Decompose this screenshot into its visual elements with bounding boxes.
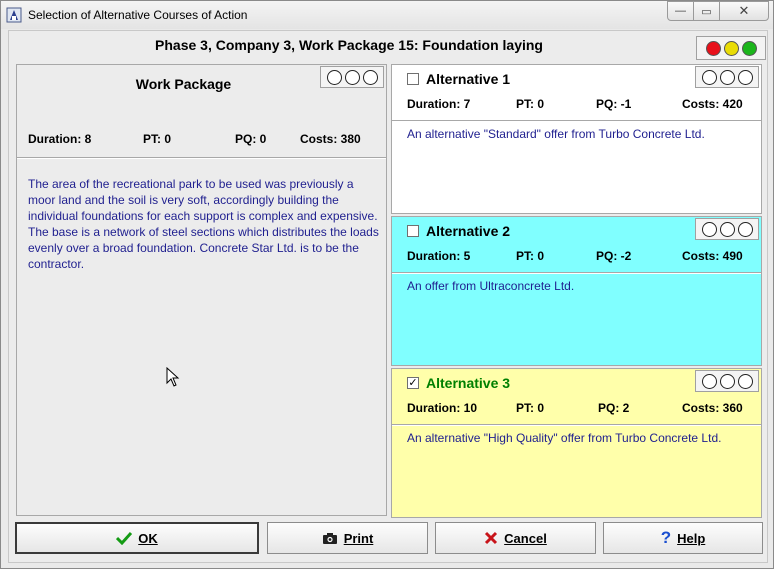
alt-pt: PT: 0 — [516, 249, 545, 263]
alt-costs: Costs: 490 — [682, 249, 743, 263]
alt-pt: PT: 0 — [516, 97, 545, 111]
x-icon — [485, 531, 498, 545]
divider — [17, 157, 386, 159]
alternative-2-description: An offer from Ultraconcrete Ltd. — [407, 279, 575, 293]
alt-costs: Costs: 360 — [682, 401, 743, 415]
alt-pq: PQ: -2 — [596, 249, 632, 263]
help-button[interactable]: ? Help — [603, 522, 763, 554]
wp-duration: Duration: 8 — [28, 132, 92, 146]
circle-icon — [737, 373, 753, 389]
dialog-content: Phase 3, Company 3, Work Package 15: Fou… — [8, 30, 768, 563]
alternative-3-name: Alternative 3 — [426, 375, 511, 391]
maximize-button[interactable]: ▭ — [693, 1, 720, 21]
alternative-2-rating — [695, 218, 759, 240]
alt-duration: Duration: 10 — [407, 401, 478, 415]
alternative-header: Alternative 1 Duration: 7 PT: 0 PQ: -1 C… — [392, 65, 761, 120]
green-light-icon — [741, 40, 757, 56]
cancel-button[interactable]: Cancel — [435, 522, 596, 554]
red-light-icon — [705, 40, 721, 56]
alternative-2-name: Alternative 2 — [426, 223, 511, 239]
minimize-button[interactable]: — — [667, 1, 694, 21]
ok-label: OK — [138, 530, 158, 546]
app-icon — [6, 7, 22, 23]
circle-icon — [701, 69, 717, 85]
cancel-label: Cancel — [504, 530, 547, 546]
traffic-light-indicator — [696, 36, 766, 60]
alt-duration: Duration: 7 — [407, 97, 471, 111]
circle-icon — [737, 221, 753, 237]
work-package-title: Work Package — [135, 76, 232, 92]
wp-description: The area of the recreational park to be … — [28, 177, 379, 271]
ok-button[interactable]: OK — [15, 522, 259, 554]
circle-icon — [326, 69, 342, 85]
alternative-1-rating — [695, 66, 759, 88]
alternative-3-panel[interactable]: ✓ Alternative 3 Duration: 10 PT: 0 PQ: 2… — [391, 368, 762, 518]
checkmark-icon — [116, 531, 133, 545]
work-package-rating — [320, 66, 384, 88]
divider — [392, 272, 761, 274]
mouse-pointer-icon — [166, 367, 180, 387]
alt-pq: PQ: -1 — [596, 97, 632, 111]
title-bar: Selection of Alternative Courses of Acti… — [1, 1, 773, 29]
alternative-1-description: An alternative "Standard" offer from Tur… — [407, 127, 705, 141]
alt-pq: PQ: 2 — [598, 401, 630, 415]
divider — [392, 424, 761, 426]
circle-icon — [362, 69, 378, 85]
circle-icon — [719, 373, 735, 389]
work-package-panel: Work Package Duration: 8 PT: 0 PQ: 0 Cos… — [16, 64, 387, 516]
wp-costs: Costs: 380 — [300, 132, 361, 146]
close-button[interactable]: ✕ — [719, 1, 769, 21]
circle-icon — [719, 221, 735, 237]
alt-pt: PT: 0 — [516, 401, 545, 415]
alternative-header: ✓ Alternative 3 Duration: 10 PT: 0 PQ: 2… — [392, 369, 761, 424]
phase-title: Phase 3, Company 3, Work Package 15: Fou… — [155, 37, 543, 53]
alternative-1-panel[interactable]: Alternative 1 Duration: 7 PT: 0 PQ: -1 C… — [391, 64, 762, 214]
circle-icon — [719, 69, 735, 85]
print-label: Print — [343, 530, 374, 546]
close-icon: ✕ — [738, 3, 750, 18]
alternative-3-rating — [695, 370, 759, 392]
wp-pt: PT: 0 — [143, 132, 172, 146]
print-button[interactable]: Print — [267, 522, 428, 554]
yellow-light-icon — [723, 40, 739, 56]
alternative-2-panel[interactable]: Alternative 2 Duration: 5 PT: 0 PQ: -2 C… — [391, 216, 762, 366]
circle-icon — [701, 221, 717, 237]
alternative-3-checkbox[interactable]: ✓ — [407, 377, 419, 389]
circle-icon — [344, 69, 360, 85]
dialog-window: Selection of Alternative Courses of Acti… — [0, 0, 774, 569]
divider — [392, 120, 761, 122]
alt-costs: Costs: 420 — [682, 97, 743, 111]
maximize-icon: ▭ — [701, 5, 712, 18]
alternative-1-checkbox[interactable] — [407, 73, 419, 85]
window-title: Selection of Alternative Courses of Acti… — [28, 8, 248, 22]
minimize-icon: — — [675, 5, 686, 17]
alt-duration: Duration: 5 — [407, 249, 471, 263]
question-icon: ? — [660, 528, 672, 547]
alternative-1-name: Alternative 1 — [426, 71, 511, 87]
alternative-3-description: An alternative "High Quality" offer from… — [407, 431, 722, 445]
wp-pq: PQ: 0 — [235, 132, 267, 146]
alternative-2-checkbox[interactable] — [407, 225, 419, 237]
circle-icon — [701, 373, 717, 389]
circle-icon — [737, 69, 753, 85]
alternative-header: Alternative 2 Duration: 5 PT: 0 PQ: -2 C… — [392, 217, 761, 272]
camera-icon — [322, 532, 337, 544]
help-label: Help — [677, 530, 706, 546]
